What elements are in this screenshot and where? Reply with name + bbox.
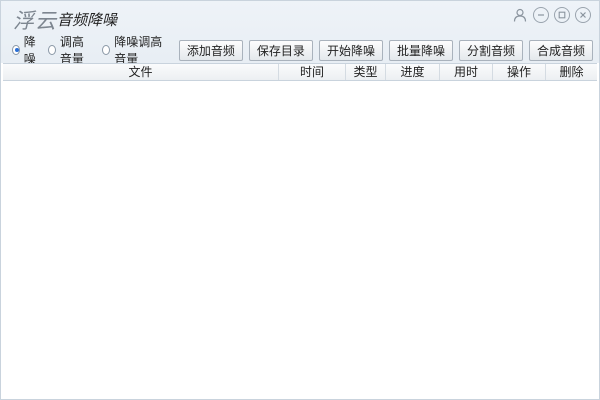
column-header-time[interactable]: 时间 (279, 64, 346, 80)
column-header-elapsed[interactable]: 用时 (440, 64, 493, 80)
column-header-delete[interactable]: 删除 (546, 64, 597, 80)
title-bar[interactable]: 浮云 音频降噪 (1, 1, 599, 35)
radio-dot[interactable] (102, 45, 111, 55)
start-denoise-button[interactable]: 开始降噪 (318, 39, 383, 61)
action-buttons: 添加音频 保存目录 开始降噪 批量降噪 分割音频 合成音频 (178, 39, 599, 61)
toolbar: 降噪 调高音量 降噪调高音量 添加音频 保存目录 开始降噪 批量降噪 分割音频 … (1, 35, 599, 66)
mode-radio-group: 降噪 调高音量 降噪调高音量 (12, 33, 175, 67)
radio-dot[interactable] (48, 45, 56, 55)
column-header-type[interactable]: 类型 (346, 64, 386, 80)
window-controls (512, 7, 591, 23)
radio-label: 降噪调高音量 (114, 35, 163, 66)
radio-denoise[interactable]: 降噪 (12, 33, 41, 67)
file-table: 文件 时间 类型 进度 用时 操作 删除 (3, 63, 597, 397)
maximize-icon[interactable] (554, 7, 570, 23)
column-header-action[interactable]: 操作 (493, 64, 546, 80)
split-audio-button[interactable]: 分割音频 (458, 39, 523, 61)
close-icon[interactable] (575, 7, 591, 23)
app-title: 音频降噪 (57, 11, 118, 29)
minimize-icon[interactable] (533, 7, 549, 23)
table-header: 文件 时间 类型 进度 用时 操作 删除 (3, 64, 597, 81)
column-header-file[interactable]: 文件 (3, 64, 279, 80)
save-directory-button[interactable]: 保存目录 (248, 39, 313, 61)
add-audio-button[interactable]: 添加音频 (178, 39, 243, 61)
merge-audio-button[interactable]: 合成音频 (528, 39, 593, 61)
app-logo: 浮云 (13, 9, 57, 33)
user-icon[interactable] (512, 7, 528, 23)
radio-label: 调高音量 (59, 35, 84, 66)
app-window: 浮云 音频降噪 降噪 调高音量 降噪调高音量 添加音频 保存目录 开始降噪 批量… (0, 0, 600, 400)
radio-increase-volume[interactable]: 调高音量 (48, 33, 95, 67)
batch-denoise-button[interactable]: 批量降噪 (388, 39, 453, 61)
radio-dot[interactable] (12, 45, 20, 55)
table-body[interactable] (3, 81, 597, 397)
column-header-progress[interactable]: 进度 (386, 64, 440, 80)
radio-denoise-increase-volume[interactable]: 降噪调高音量 (102, 33, 168, 67)
radio-label: 降噪 (23, 35, 36, 66)
